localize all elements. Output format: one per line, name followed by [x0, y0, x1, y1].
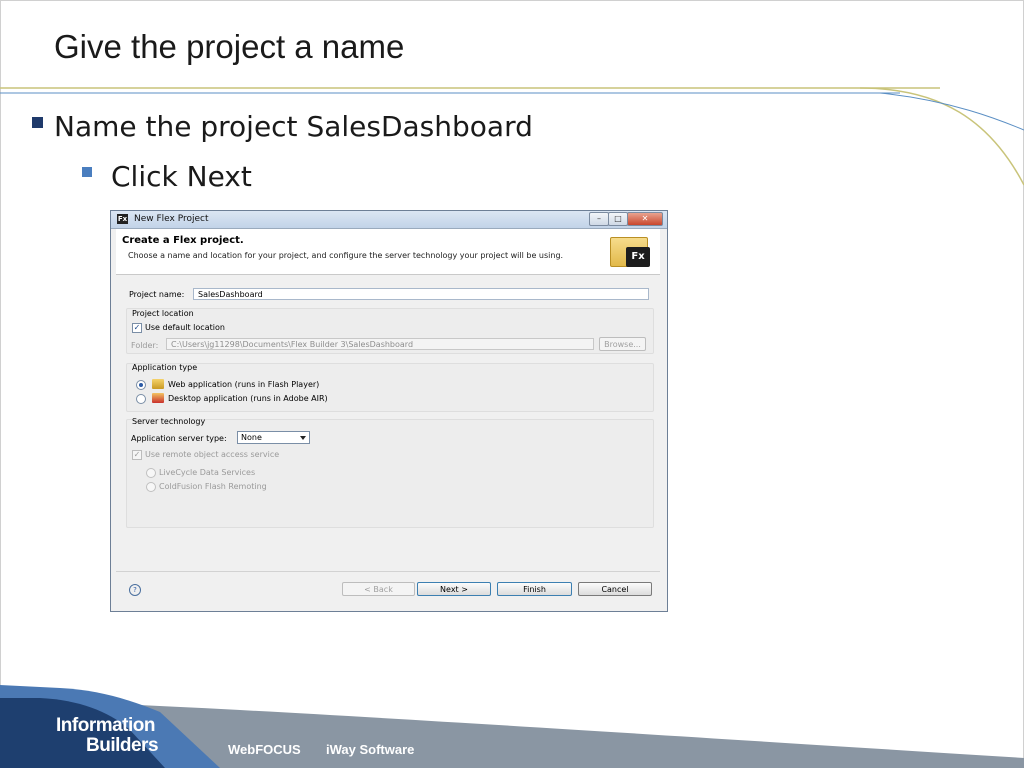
information-builders-logo-line1: Information [56, 715, 156, 736]
information-builders-logo-line2: Builders [86, 735, 159, 756]
webfocus-label: WebFOCUS [228, 742, 301, 757]
footer-decoration [0, 685, 1024, 768]
iway-software-label: iWay Software [326, 742, 415, 757]
